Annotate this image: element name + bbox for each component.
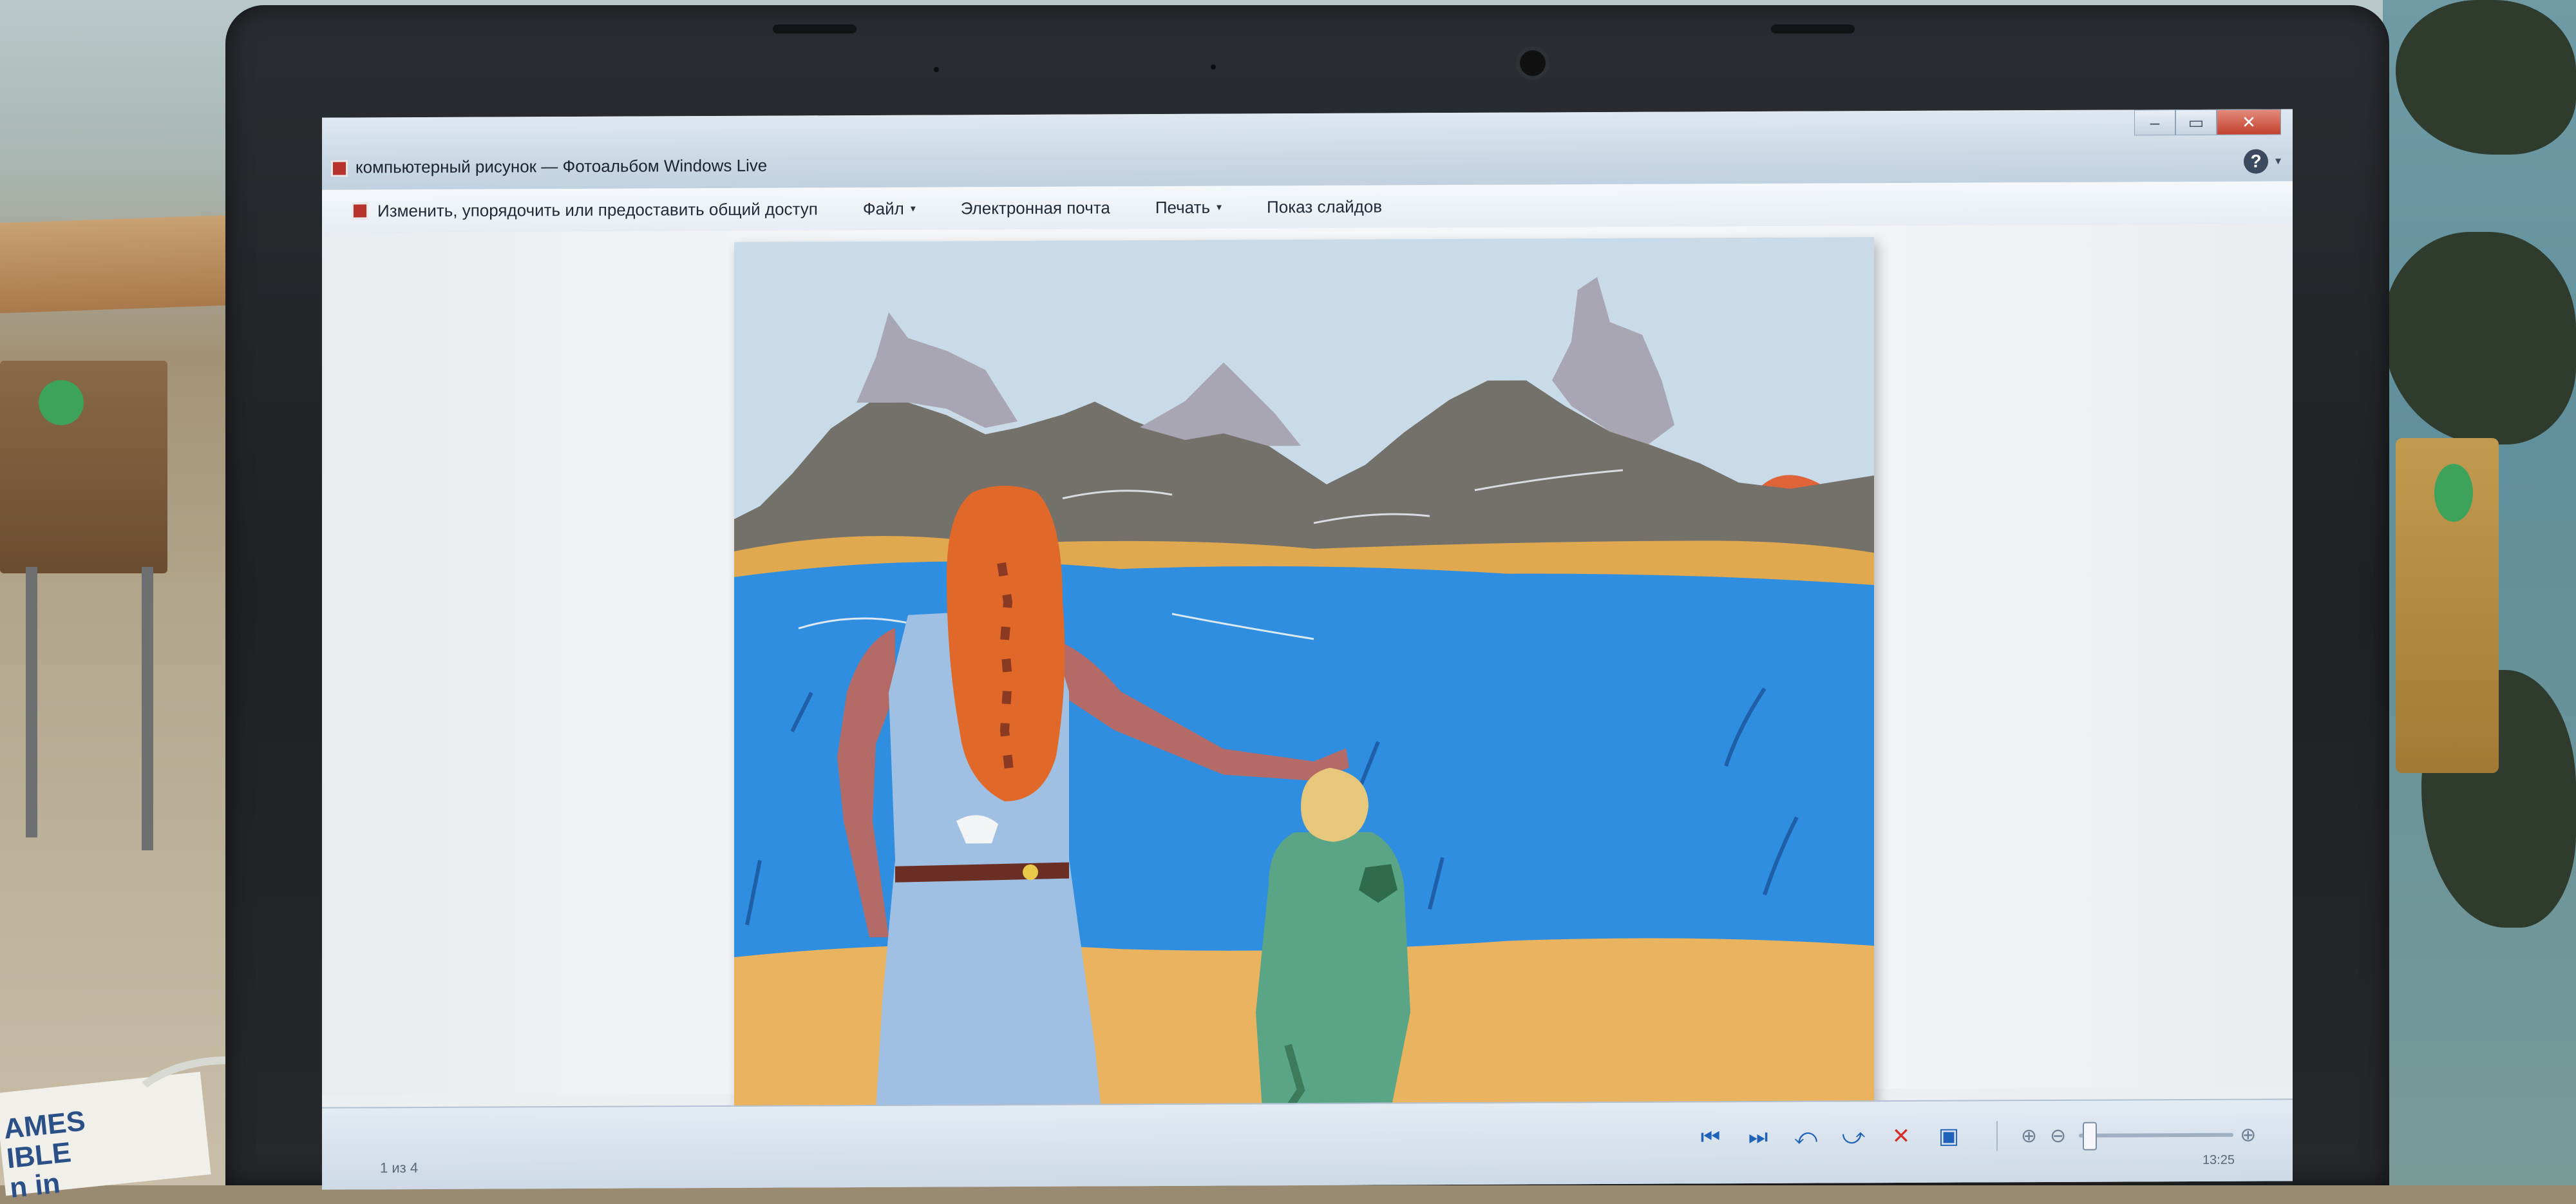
minimize-button[interactable]: – <box>2134 110 2175 136</box>
chair-leg <box>142 567 153 850</box>
photo-gallery-icon <box>352 202 368 220</box>
edit-organize-share-button[interactable]: Изменить, упорядочить или предоставить о… <box>352 199 818 221</box>
next-photo-button[interactable]: ⏭ <box>1741 1120 1775 1154</box>
zoom-slider-thumb[interactable] <box>2083 1122 2098 1151</box>
photo-gallery-app-icon <box>331 160 348 177</box>
window-title: компьютерный рисунок — Фотоальбом Window… <box>355 155 768 177</box>
window-controls: – ▭ ✕ <box>2134 109 2281 140</box>
zoom-out-icon[interactable]: ⊖ <box>2050 1124 2066 1147</box>
bezel-hinge-notch <box>1771 24 1855 33</box>
background-desk <box>0 215 232 314</box>
microphone-dot <box>934 67 939 72</box>
navigation-controls: ⏮ ⏭ ⤺ ⤻ ✕ ▣ ⊕ ⊖ ⊕ <box>1694 1118 2262 1154</box>
close-button[interactable]: ✕ <box>2217 109 2281 135</box>
background-chair <box>0 361 167 573</box>
previous-photo-button[interactable]: ⏮ <box>1694 1120 1727 1154</box>
belt-buckle <box>1023 864 1038 880</box>
slideshow-monitor-button[interactable]: ▣ <box>1932 1120 1965 1153</box>
toolbar-separator <box>1996 1121 1998 1151</box>
file-menu-label: Файл <box>862 198 904 218</box>
microphone-dot <box>1211 64 1216 70</box>
webcam-icon <box>1520 50 1546 76</box>
help-dropdown-caret[interactable]: ▾ <box>2275 154 2281 167</box>
bezel-hinge-notch <box>773 24 857 33</box>
maximize-button[interactable]: ▭ <box>2175 109 2217 136</box>
window-titlebar: компьютерный рисунок — Фотоальбом Window… <box>322 109 2293 191</box>
print-menu-label: Печать <box>1155 197 1211 217</box>
file-menu[interactable]: Файл ▾ <box>863 198 916 218</box>
print-menu[interactable]: Печать ▾ <box>1155 197 1222 217</box>
taskbar-clock: 13:25 <box>2202 1152 2235 1167</box>
chevron-down-icon: ▾ <box>910 203 916 215</box>
photo-viewer-area <box>322 224 2293 1112</box>
zoom-in-icon[interactable]: ⊕ <box>2240 1123 2256 1146</box>
drawing-canvas <box>734 237 1874 1112</box>
help-icon[interactable]: ? <box>2244 149 2268 174</box>
chevron-down-icon: ▾ <box>1217 202 1222 213</box>
slideshow-button[interactable]: Показ слайдов <box>1267 196 1382 217</box>
slideshow-label: Показ слайдов <box>1267 196 1383 216</box>
bottom-control-bar: 1 из 4 ⏮ ⏭ ⤺ ⤻ ✕ ▣ ⊕ ⊖ ⊕ 13:25 <box>322 1098 2293 1190</box>
zoom-slider[interactable] <box>2079 1122 2234 1151</box>
email-label: Электронная почта <box>960 197 1110 218</box>
displayed-drawing <box>734 237 1874 1112</box>
actual-size-icon[interactable]: ⊕ <box>2021 1125 2037 1147</box>
edit-organize-share-label: Изменить, упорядочить или предоставить о… <box>377 198 818 220</box>
photo-counter: 1 из 4 <box>380 1160 419 1176</box>
chair-leg <box>26 567 37 837</box>
delete-button[interactable]: ✕ <box>1884 1120 1918 1153</box>
green-sticker <box>2434 464 2473 522</box>
rotate-left-button[interactable]: ⤺ <box>1789 1120 1823 1154</box>
email-button[interactable]: Электронная почта <box>961 198 1110 218</box>
green-sticker <box>39 380 84 425</box>
rotate-right-button[interactable]: ⤻ <box>1837 1120 1870 1153</box>
laptop-screen: компьютерный рисунок — Фотоальбом Window… <box>322 109 2293 1190</box>
